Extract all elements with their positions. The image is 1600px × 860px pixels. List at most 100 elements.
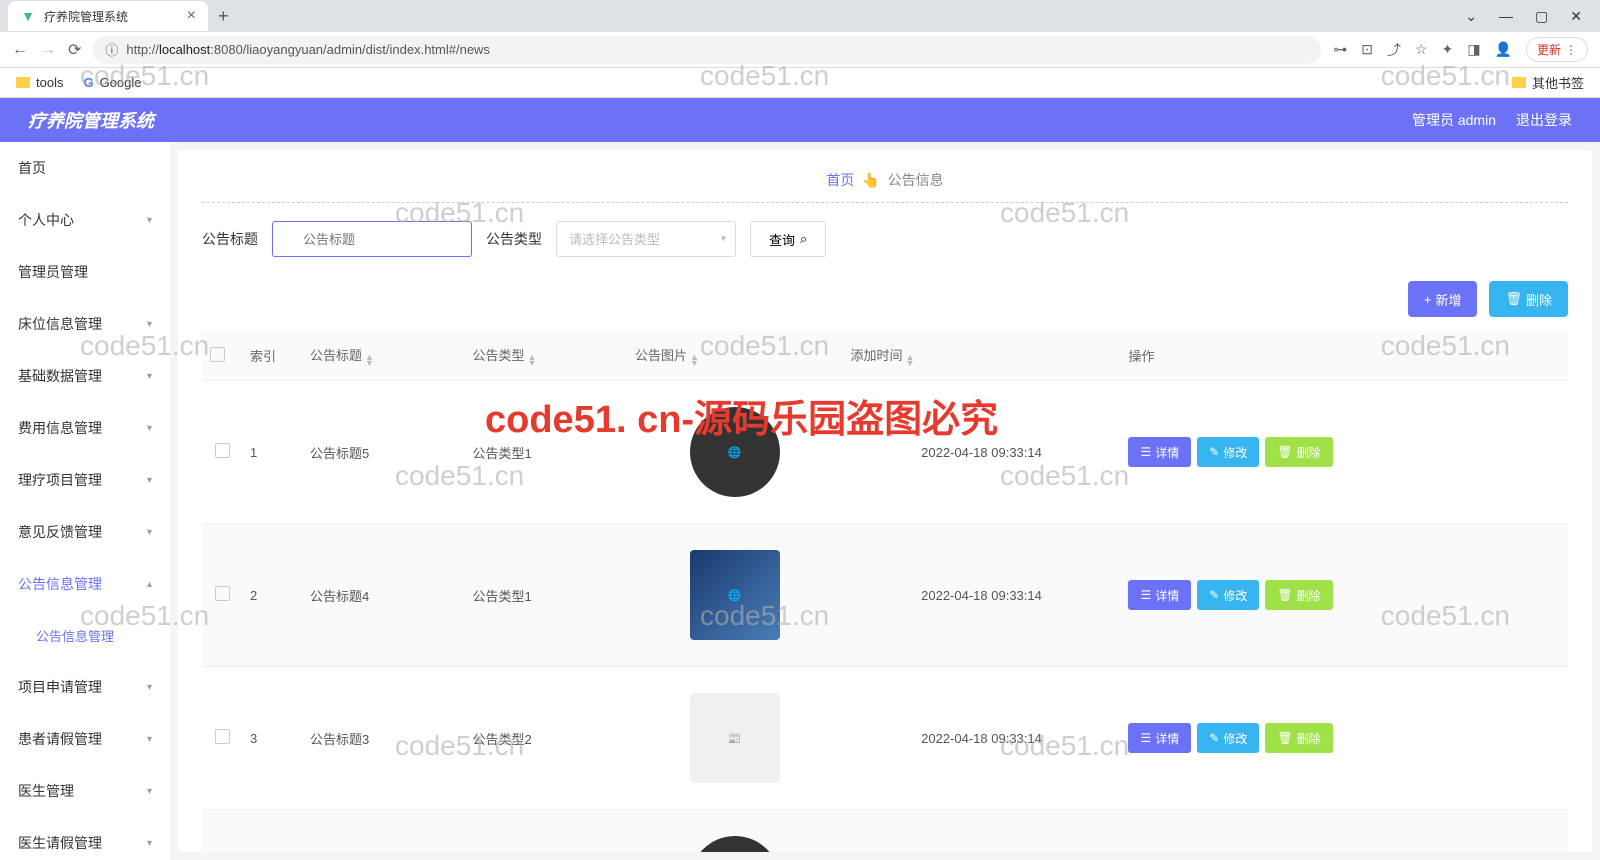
url-path: :8080/liaoyangyuan/admin/dist/index.html… bbox=[210, 42, 490, 57]
th-image[interactable]: 公告图片▲▼ bbox=[627, 331, 843, 381]
forward-icon[interactable]: → bbox=[40, 41, 56, 59]
list-icon: ☰ bbox=[1140, 731, 1151, 745]
close-window-icon[interactable]: ✕ bbox=[1570, 8, 1582, 25]
table-row: 3公告标题3公告类型2📰2022-04-18 09:33:14☰ 详情✎ 修改🗑… bbox=[202, 667, 1568, 810]
url-input[interactable]: ⓘ http://localhost:8080/liaoyangyuan/adm… bbox=[93, 36, 1321, 64]
new-tab-button[interactable]: + bbox=[208, 6, 239, 27]
sidebar-item-admin[interactable]: 管理员管理 bbox=[0, 246, 170, 298]
app-header: 疗养院管理系统 管理员 admin 退出登录 bbox=[0, 98, 1600, 142]
vue-favicon-icon: ▼ bbox=[20, 8, 36, 24]
breadcrumb-current: 公告信息 bbox=[888, 172, 944, 188]
cell-time: 2022-04-18 09:33:14 bbox=[843, 810, 1121, 853]
sidebar-item-personal[interactable]: 个人中心▾ bbox=[0, 194, 170, 246]
minimize-icon[interactable]: — bbox=[1499, 8, 1513, 25]
batch-delete-button[interactable]: 🗑删除 bbox=[1489, 281, 1568, 317]
folder-icon bbox=[1512, 77, 1526, 88]
cell-title: 公告标题4 bbox=[302, 524, 465, 667]
sidebar-item-bed[interactable]: 床位信息管理▾ bbox=[0, 298, 170, 350]
sidebar-item-cost[interactable]: 费用信息管理▾ bbox=[0, 402, 170, 454]
row-checkbox[interactable] bbox=[215, 729, 230, 744]
sidebar-item-notice[interactable]: 公告信息管理▴ bbox=[0, 558, 170, 610]
sidebar-item-doctor[interactable]: 医生管理▾ bbox=[0, 765, 170, 817]
sidebar-item-home[interactable]: 首页 bbox=[0, 142, 170, 194]
row-delete-button[interactable]: 🗑 删除 bbox=[1265, 437, 1332, 467]
cell-time: 2022-04-18 09:33:14 bbox=[843, 524, 1121, 667]
sidepanel-icon[interactable]: ◨ bbox=[1467, 41, 1480, 58]
cell-index: 2 bbox=[242, 524, 302, 667]
sidebar-item-feedback[interactable]: 意见反馈管理▾ bbox=[0, 506, 170, 558]
chevron-down-icon: ▾ bbox=[147, 371, 152, 382]
edit-button[interactable]: ✎ 修改 bbox=[1197, 580, 1259, 610]
edit-button[interactable]: ✎ 修改 bbox=[1197, 723, 1259, 753]
reload-icon[interactable]: ⟳ bbox=[68, 40, 81, 60]
edit-icon: ✎ bbox=[1209, 731, 1219, 745]
extensions-icon[interactable]: ✦ bbox=[1442, 41, 1454, 58]
bookmark-google[interactable]: GGoogle bbox=[83, 75, 141, 90]
share-icon[interactable]: ⤴ bbox=[1387, 40, 1401, 60]
cell-index: 4 bbox=[242, 810, 302, 853]
table-row: 2公告标题4公告类型1🌐2022-04-18 09:33:14☰ 详情✎ 修改🗑… bbox=[202, 524, 1568, 667]
sidebar-item-patient-leave[interactable]: 患者请假管理▾ bbox=[0, 713, 170, 765]
edit-button[interactable]: ✎ 修改 bbox=[1197, 437, 1259, 467]
trash-icon: 🗑 bbox=[1277, 588, 1292, 602]
dropdown-icon[interactable]: ⌄ bbox=[1465, 8, 1477, 25]
address-bar: ← → ⟳ ⓘ http://localhost:8080/liaoyangyu… bbox=[0, 32, 1600, 68]
detail-button[interactable]: ☰ 详情 bbox=[1128, 580, 1191, 610]
select-all-checkbox[interactable] bbox=[210, 347, 225, 362]
bookmark-icon[interactable]: ☆ bbox=[1415, 41, 1428, 58]
google-icon: G bbox=[83, 75, 93, 90]
maximize-icon[interactable]: ▢ bbox=[1535, 8, 1548, 25]
edit-icon: ✎ bbox=[1209, 588, 1219, 602]
sort-icon: ▲▼ bbox=[690, 354, 699, 366]
tab-bar: ▼ 疗养院管理系统 × + ⌄ — ▢ ✕ bbox=[0, 0, 1600, 32]
detail-button[interactable]: ☰ 详情 bbox=[1128, 437, 1191, 467]
key-icon[interactable]: ⊶ bbox=[1333, 41, 1347, 58]
list-icon: ☰ bbox=[1140, 588, 1151, 602]
browser-tab[interactable]: ▼ 疗养院管理系统 × bbox=[8, 1, 208, 31]
filter-type-select[interactable]: 请选择公告类型 bbox=[556, 221, 736, 257]
browser-chrome: ▼ 疗养院管理系统 × + ⌄ — ▢ ✕ ← → ⟳ ⓘ http://loc… bbox=[0, 0, 1600, 98]
edit-icon: ✎ bbox=[1209, 445, 1219, 459]
bookmark-tools[interactable]: tools bbox=[16, 75, 63, 90]
sidebar-item-doctor-leave[interactable]: 医生请假管理▾ bbox=[0, 817, 170, 860]
notice-image: 🌐 bbox=[690, 407, 780, 497]
row-delete-button[interactable]: 🗑 删除 bbox=[1265, 723, 1332, 753]
cell-type: 公告类型1 bbox=[465, 381, 628, 524]
th-type[interactable]: 公告类型▲▼ bbox=[465, 331, 628, 381]
breadcrumb: 首页 👆 公告信息 bbox=[202, 166, 1568, 203]
update-button[interactable]: 更新⋮ bbox=[1526, 37, 1588, 62]
notice-image: 🌐 bbox=[690, 836, 780, 852]
breadcrumb-home[interactable]: 首页 bbox=[826, 172, 854, 188]
row-delete-button[interactable]: 🗑 删除 bbox=[1265, 580, 1332, 610]
cell-title: 公告标题3 bbox=[302, 667, 465, 810]
filter-title-input[interactable] bbox=[272, 221, 472, 257]
sidebar-item-therapy[interactable]: 理疗项目管理▾ bbox=[0, 454, 170, 506]
bookmark-other[interactable]: 其他书签 bbox=[1512, 73, 1584, 92]
add-button[interactable]: +新增 bbox=[1408, 281, 1478, 317]
table-row: 1公告标题5公告类型1🌐2022-04-18 09:33:14☰ 详情✎ 修改🗑… bbox=[202, 381, 1568, 524]
user-label[interactable]: 管理员 admin bbox=[1412, 110, 1496, 130]
sort-icon: ▲▼ bbox=[528, 354, 537, 366]
sidebar-item-basedata[interactable]: 基础数据管理▾ bbox=[0, 350, 170, 402]
close-icon[interactable]: × bbox=[187, 7, 196, 25]
bookmark-bar: tools GGoogle 其他书签 bbox=[0, 68, 1600, 98]
back-icon[interactable]: ← bbox=[12, 41, 28, 59]
search-button[interactable]: 查询⌕ bbox=[750, 221, 826, 257]
profile-icon[interactable]: 👤 bbox=[1495, 41, 1512, 58]
plus-icon: + bbox=[1424, 292, 1432, 307]
th-time[interactable]: 添加时间▲▼ bbox=[843, 331, 1121, 381]
logout-button[interactable]: 退出登录 bbox=[1516, 110, 1572, 130]
cell-time: 2022-04-18 09:33:14 bbox=[843, 381, 1121, 524]
trash-icon: 🗑 bbox=[1277, 731, 1292, 745]
th-title[interactable]: 公告标题▲▼ bbox=[302, 331, 465, 381]
sidebar-subitem-notice[interactable]: 公告信息管理 bbox=[0, 610, 170, 661]
cell-title: 公告标题2 bbox=[302, 810, 465, 853]
detail-button[interactable]: ☰ 详情 bbox=[1128, 723, 1191, 753]
translate-icon[interactable]: ⊡ bbox=[1361, 41, 1373, 58]
action-bar: +新增 🗑删除 bbox=[202, 281, 1568, 317]
list-icon: ☰ bbox=[1140, 445, 1151, 459]
sidebar-item-project[interactable]: 项目申请管理▾ bbox=[0, 661, 170, 713]
row-checkbox[interactable] bbox=[215, 443, 230, 458]
row-checkbox[interactable] bbox=[215, 586, 230, 601]
chevron-down-icon: ▾ bbox=[147, 215, 152, 226]
